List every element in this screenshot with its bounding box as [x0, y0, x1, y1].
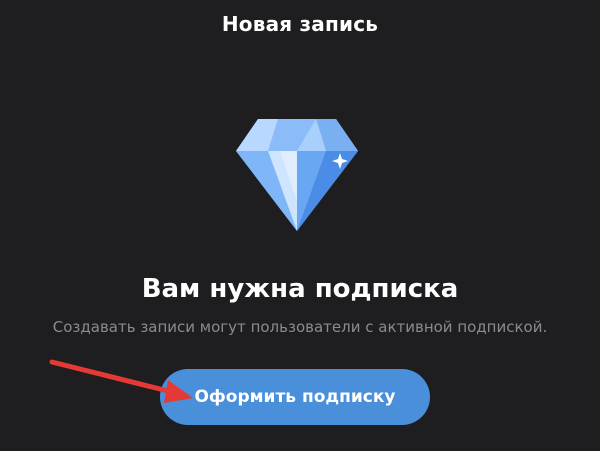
subscribe-button-label: Оформить подписку	[194, 387, 396, 407]
subscription-description: Создавать записи могут пользователи с ак…	[52, 318, 548, 336]
subscription-headline: Вам нужна подписка	[141, 274, 459, 304]
diamond-icon	[236, 119, 358, 231]
page-title: Новая запись	[221, 12, 379, 36]
subscribe-button[interactable]: Оформить подписку	[160, 369, 430, 425]
